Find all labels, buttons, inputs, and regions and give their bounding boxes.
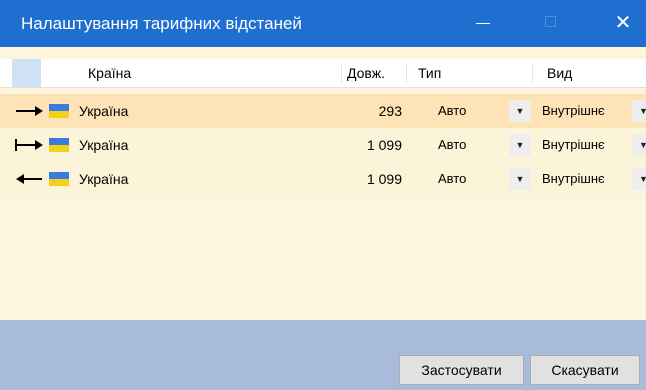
table-row[interactable]: Україна 1 099 Авто ▼ Внутрішнє ▼ xyxy=(0,162,646,196)
type-dropdown-button[interactable]: ▼ xyxy=(509,168,531,190)
tariff-distances-dialog: Налаштування тарифних відстаней ✕ Країна… xyxy=(0,0,646,390)
column-divider[interactable] xyxy=(406,63,407,83)
column-divider[interactable] xyxy=(341,63,342,83)
maximize-icon xyxy=(545,16,556,27)
close-button[interactable]: ✕ xyxy=(600,0,646,47)
title-bar[interactable]: Налаштування тарифних відстаней ✕ xyxy=(0,0,646,47)
chevron-down-icon: ▼ xyxy=(515,174,525,184)
type-dropdown-button[interactable]: ▼ xyxy=(509,134,531,156)
ukraine-flag-icon xyxy=(49,138,69,152)
chevron-down-icon: ▼ xyxy=(515,140,525,150)
chevron-down-icon: ▼ xyxy=(639,140,646,150)
ukraine-flag-icon xyxy=(49,172,69,186)
close-icon: ✕ xyxy=(614,12,632,34)
distances-grid[interactable]: Країна Довж. Тип Вид Україна 293 Авто ▼ … xyxy=(0,47,646,320)
column-header-type[interactable]: Тип xyxy=(418,59,441,87)
kind-dropdown-button[interactable]: ▼ xyxy=(632,100,646,122)
chevron-down-icon: ▼ xyxy=(515,106,525,116)
type-cell[interactable]: Авто xyxy=(438,162,466,196)
length-cell[interactable]: 1 099 xyxy=(335,128,402,162)
kind-cell[interactable]: Внутрішнє xyxy=(542,94,605,128)
length-cell[interactable]: 1 099 xyxy=(335,162,402,196)
kind-cell[interactable]: Внутрішнє xyxy=(542,162,605,196)
length-cell[interactable]: 293 xyxy=(335,94,402,128)
kind-cell[interactable]: Внутрішнє xyxy=(542,128,605,162)
type-cell[interactable]: Авто xyxy=(438,128,466,162)
type-dropdown-button[interactable]: ▼ xyxy=(509,100,531,122)
dialog-footer: Застосувати Скасувати xyxy=(0,320,646,390)
ukraine-flag-icon xyxy=(49,104,69,118)
maximize-button xyxy=(530,0,570,47)
select-all-corner[interactable] xyxy=(12,59,41,87)
chevron-down-icon: ▼ xyxy=(639,106,646,116)
country-cell[interactable]: Україна xyxy=(79,128,128,162)
chevron-down-icon: ▼ xyxy=(639,174,646,184)
arrow-left-icon xyxy=(16,174,42,184)
column-divider[interactable] xyxy=(532,63,533,83)
column-header-country[interactable]: Країна xyxy=(88,59,131,87)
country-cell[interactable]: Україна xyxy=(79,94,128,128)
table-row[interactable]: Україна 293 Авто ▼ Внутрішнє ▼ xyxy=(0,94,646,128)
apply-button[interactable]: Застосувати xyxy=(399,355,524,385)
minimize-icon xyxy=(476,23,490,24)
column-header-kind[interactable]: Вид xyxy=(547,59,572,87)
type-cell[interactable]: Авто xyxy=(438,94,466,128)
window-title: Налаштування тарифних відстаней xyxy=(21,14,302,33)
kind-dropdown-button[interactable]: ▼ xyxy=(632,168,646,190)
minimize-button[interactable] xyxy=(456,0,510,47)
grid-header: Країна Довж. Тип Вид xyxy=(0,59,646,88)
column-header-length[interactable]: Довж. xyxy=(347,59,385,87)
kind-dropdown-button[interactable]: ▼ xyxy=(632,134,646,156)
arrow-right-icon xyxy=(16,106,43,116)
country-cell[interactable]: Україна xyxy=(79,162,128,196)
table-row[interactable]: Україна 1 099 Авто ▼ Внутрішнє ▼ xyxy=(0,128,646,162)
cancel-button[interactable]: Скасувати xyxy=(530,355,640,385)
arrow-right-from-bar-icon xyxy=(15,139,43,151)
